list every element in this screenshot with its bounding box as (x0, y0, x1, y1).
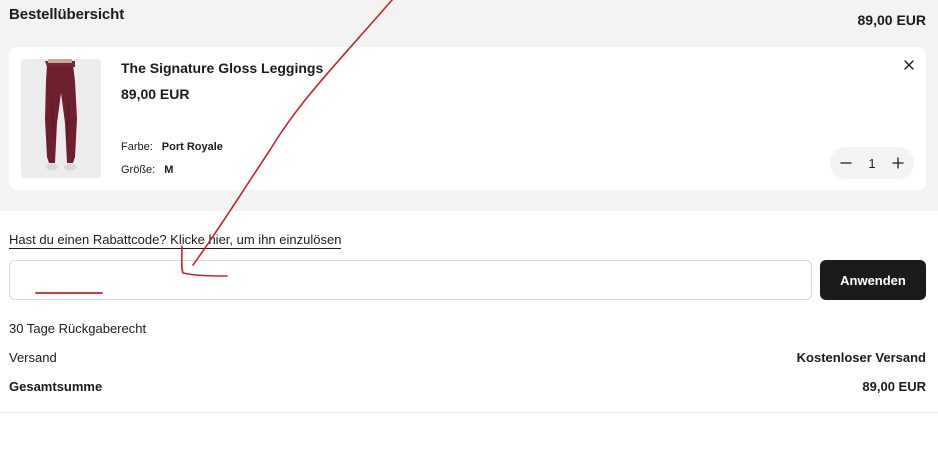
increase-quantity-button[interactable] (891, 156, 905, 170)
product-size: Größe: M (121, 164, 173, 176)
size-value: M (164, 164, 174, 176)
color-label: Farbe: (121, 141, 153, 153)
apply-discount-button[interactable]: Anwenden (820, 260, 926, 300)
grand-total-value: 89,00 EUR (862, 379, 926, 394)
divider (0, 412, 938, 413)
product-name[interactable]: The Signature Gloss Leggings (121, 60, 323, 76)
shipping-value: Kostenloser Versand (796, 350, 926, 365)
remove-item-button[interactable] (901, 57, 917, 73)
plus-icon (892, 157, 904, 169)
order-summary-title: Bestellübersicht (9, 6, 125, 23)
discount-code-input[interactable] (9, 260, 812, 300)
close-icon (904, 60, 914, 70)
cart-item-card: The Signature Gloss Leggings 89,00 EUR F… (9, 47, 926, 190)
order-summary-section: Bestellübersicht 89,00 EUR The Signature… (0, 0, 938, 211)
product-price: 89,00 EUR (121, 86, 190, 102)
quantity-stepper: 1 (830, 147, 914, 179)
quantity-value: 1 (868, 155, 876, 171)
grand-total-label: Gesamtsumme (9, 379, 103, 394)
minus-icon (840, 162, 852, 164)
return-policy-text: 30 Tage Rückgaberecht (9, 321, 147, 336)
color-value: Port Royale (161, 141, 223, 153)
product-color: Farbe: Port Royale (121, 141, 223, 153)
size-label: Größe: (121, 164, 156, 176)
decrease-quantity-button[interactable] (839, 156, 853, 170)
discount-code-link[interactable]: Hast du einen Rabattcode? Klicke hier, u… (9, 232, 342, 249)
order-summary-total: 89,00 EUR (857, 12, 926, 28)
shipping-label: Versand (9, 350, 57, 365)
product-image[interactable] (21, 59, 101, 178)
